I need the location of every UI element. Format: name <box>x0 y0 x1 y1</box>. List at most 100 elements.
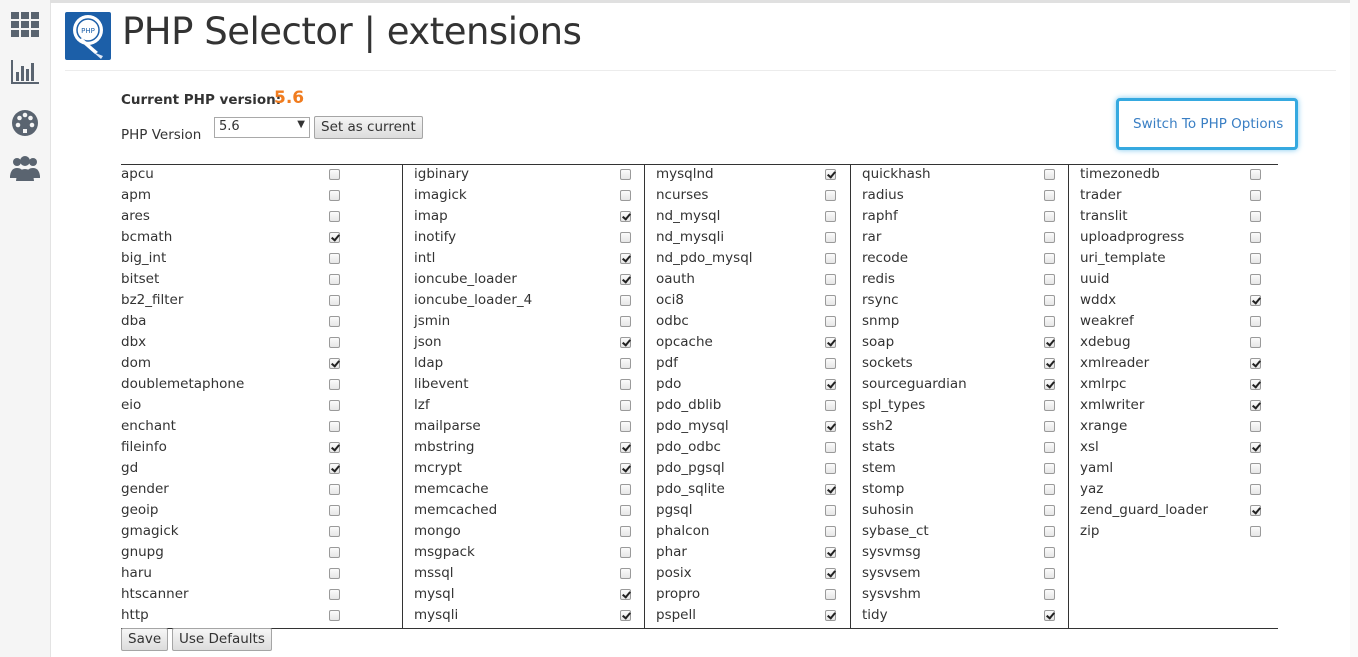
apps-grid-icon[interactable] <box>9 8 41 40</box>
extension-checkbox[interactable] <box>1250 169 1261 180</box>
extension-checkbox[interactable] <box>1250 484 1261 495</box>
extension-checkbox[interactable] <box>1044 526 1055 537</box>
extension-checkbox[interactable] <box>620 379 631 390</box>
extension-checkbox[interactable] <box>329 211 340 222</box>
extension-checkbox[interactable] <box>1250 379 1261 390</box>
extension-checkbox[interactable] <box>329 358 340 369</box>
extension-checkbox[interactable] <box>1044 547 1055 558</box>
extension-checkbox[interactable] <box>329 379 340 390</box>
extension-checkbox[interactable] <box>620 232 631 243</box>
extension-checkbox[interactable] <box>1044 190 1055 201</box>
extension-checkbox[interactable] <box>329 274 340 285</box>
extension-checkbox[interactable] <box>620 169 631 180</box>
users-icon[interactable] <box>9 152 41 184</box>
extension-checkbox[interactable] <box>825 589 836 600</box>
extension-checkbox[interactable] <box>1044 589 1055 600</box>
extension-checkbox[interactable] <box>1250 463 1261 474</box>
extension-checkbox[interactable] <box>329 526 340 537</box>
extension-checkbox[interactable] <box>1044 274 1055 285</box>
extension-checkbox[interactable] <box>620 505 631 516</box>
extension-checkbox[interactable] <box>1044 568 1055 579</box>
extension-checkbox[interactable] <box>1250 211 1261 222</box>
extension-checkbox[interactable] <box>825 547 836 558</box>
extension-checkbox[interactable] <box>329 505 340 516</box>
extension-checkbox[interactable] <box>329 463 340 474</box>
extension-checkbox[interactable] <box>1044 337 1055 348</box>
extension-checkbox[interactable] <box>620 274 631 285</box>
extension-checkbox[interactable] <box>1250 442 1261 453</box>
extension-checkbox[interactable] <box>1250 316 1261 327</box>
extension-checkbox[interactable] <box>329 400 340 411</box>
save-button[interactable]: Save <box>121 628 169 651</box>
extension-checkbox[interactable] <box>620 610 631 621</box>
set-as-current-button[interactable]: Set as current <box>314 116 423 139</box>
extension-checkbox[interactable] <box>1044 400 1055 411</box>
extension-checkbox[interactable] <box>329 316 340 327</box>
extension-checkbox[interactable] <box>825 610 836 621</box>
extension-checkbox[interactable] <box>329 295 340 306</box>
extension-checkbox[interactable] <box>825 211 836 222</box>
extension-checkbox[interactable] <box>1044 484 1055 495</box>
extension-checkbox[interactable] <box>620 253 631 264</box>
extension-checkbox[interactable] <box>825 379 836 390</box>
extension-checkbox[interactable] <box>329 610 340 621</box>
switch-to-php-options-link[interactable]: Switch To PHP Options <box>1133 116 1283 132</box>
extension-checkbox[interactable] <box>620 400 631 411</box>
extension-checkbox[interactable] <box>329 253 340 264</box>
extension-checkbox[interactable] <box>1250 190 1261 201</box>
extension-checkbox[interactable] <box>329 421 340 432</box>
extension-checkbox[interactable] <box>620 421 631 432</box>
extension-checkbox[interactable] <box>620 484 631 495</box>
extension-checkbox[interactable] <box>1044 169 1055 180</box>
extension-checkbox[interactable] <box>1044 295 1055 306</box>
extension-checkbox[interactable] <box>1044 421 1055 432</box>
extension-checkbox[interactable] <box>825 442 836 453</box>
extension-checkbox[interactable] <box>825 463 836 474</box>
extension-checkbox[interactable] <box>1250 421 1261 432</box>
extension-checkbox[interactable] <box>1250 295 1261 306</box>
extension-checkbox[interactable] <box>825 232 836 243</box>
extension-checkbox[interactable] <box>1044 442 1055 453</box>
extension-checkbox[interactable] <box>1044 211 1055 222</box>
extension-checkbox[interactable] <box>1044 379 1055 390</box>
extension-checkbox[interactable] <box>825 484 836 495</box>
extension-checkbox[interactable] <box>620 190 631 201</box>
extension-checkbox[interactable] <box>329 547 340 558</box>
extension-checkbox[interactable] <box>825 190 836 201</box>
extension-checkbox[interactable] <box>329 337 340 348</box>
extension-checkbox[interactable] <box>1250 400 1261 411</box>
dashboard-palette-icon[interactable] <box>9 106 41 138</box>
extension-checkbox[interactable] <box>1250 526 1261 537</box>
extension-checkbox[interactable] <box>1044 316 1055 327</box>
extension-checkbox[interactable] <box>329 589 340 600</box>
extension-checkbox[interactable] <box>1044 610 1055 621</box>
extension-checkbox[interactable] <box>825 274 836 285</box>
extension-checkbox[interactable] <box>825 505 836 516</box>
extension-checkbox[interactable] <box>825 295 836 306</box>
extension-checkbox[interactable] <box>1044 253 1055 264</box>
extension-checkbox[interactable] <box>329 484 340 495</box>
extension-checkbox[interactable] <box>1044 505 1055 516</box>
extension-checkbox[interactable] <box>825 400 836 411</box>
extension-checkbox[interactable] <box>329 169 340 180</box>
extension-checkbox[interactable] <box>1044 232 1055 243</box>
extension-checkbox[interactable] <box>1250 505 1261 516</box>
extension-checkbox[interactable] <box>329 568 340 579</box>
extension-checkbox[interactable] <box>620 463 631 474</box>
extension-checkbox[interactable] <box>620 295 631 306</box>
extension-checkbox[interactable] <box>825 526 836 537</box>
extension-checkbox[interactable] <box>1044 463 1055 474</box>
extension-checkbox[interactable] <box>329 232 340 243</box>
extension-checkbox[interactable] <box>620 547 631 558</box>
extension-checkbox[interactable] <box>825 253 836 264</box>
extension-checkbox[interactable] <box>1250 253 1261 264</box>
extension-checkbox[interactable] <box>1250 274 1261 285</box>
extension-checkbox[interactable] <box>1044 358 1055 369</box>
extension-checkbox[interactable] <box>1250 337 1261 348</box>
extension-checkbox[interactable] <box>825 169 836 180</box>
extension-checkbox[interactable] <box>825 568 836 579</box>
extension-checkbox[interactable] <box>1250 232 1261 243</box>
extension-checkbox[interactable] <box>620 526 631 537</box>
stats-chart-icon[interactable] <box>9 56 41 88</box>
use-defaults-button[interactable]: Use Defaults <box>172 628 272 651</box>
